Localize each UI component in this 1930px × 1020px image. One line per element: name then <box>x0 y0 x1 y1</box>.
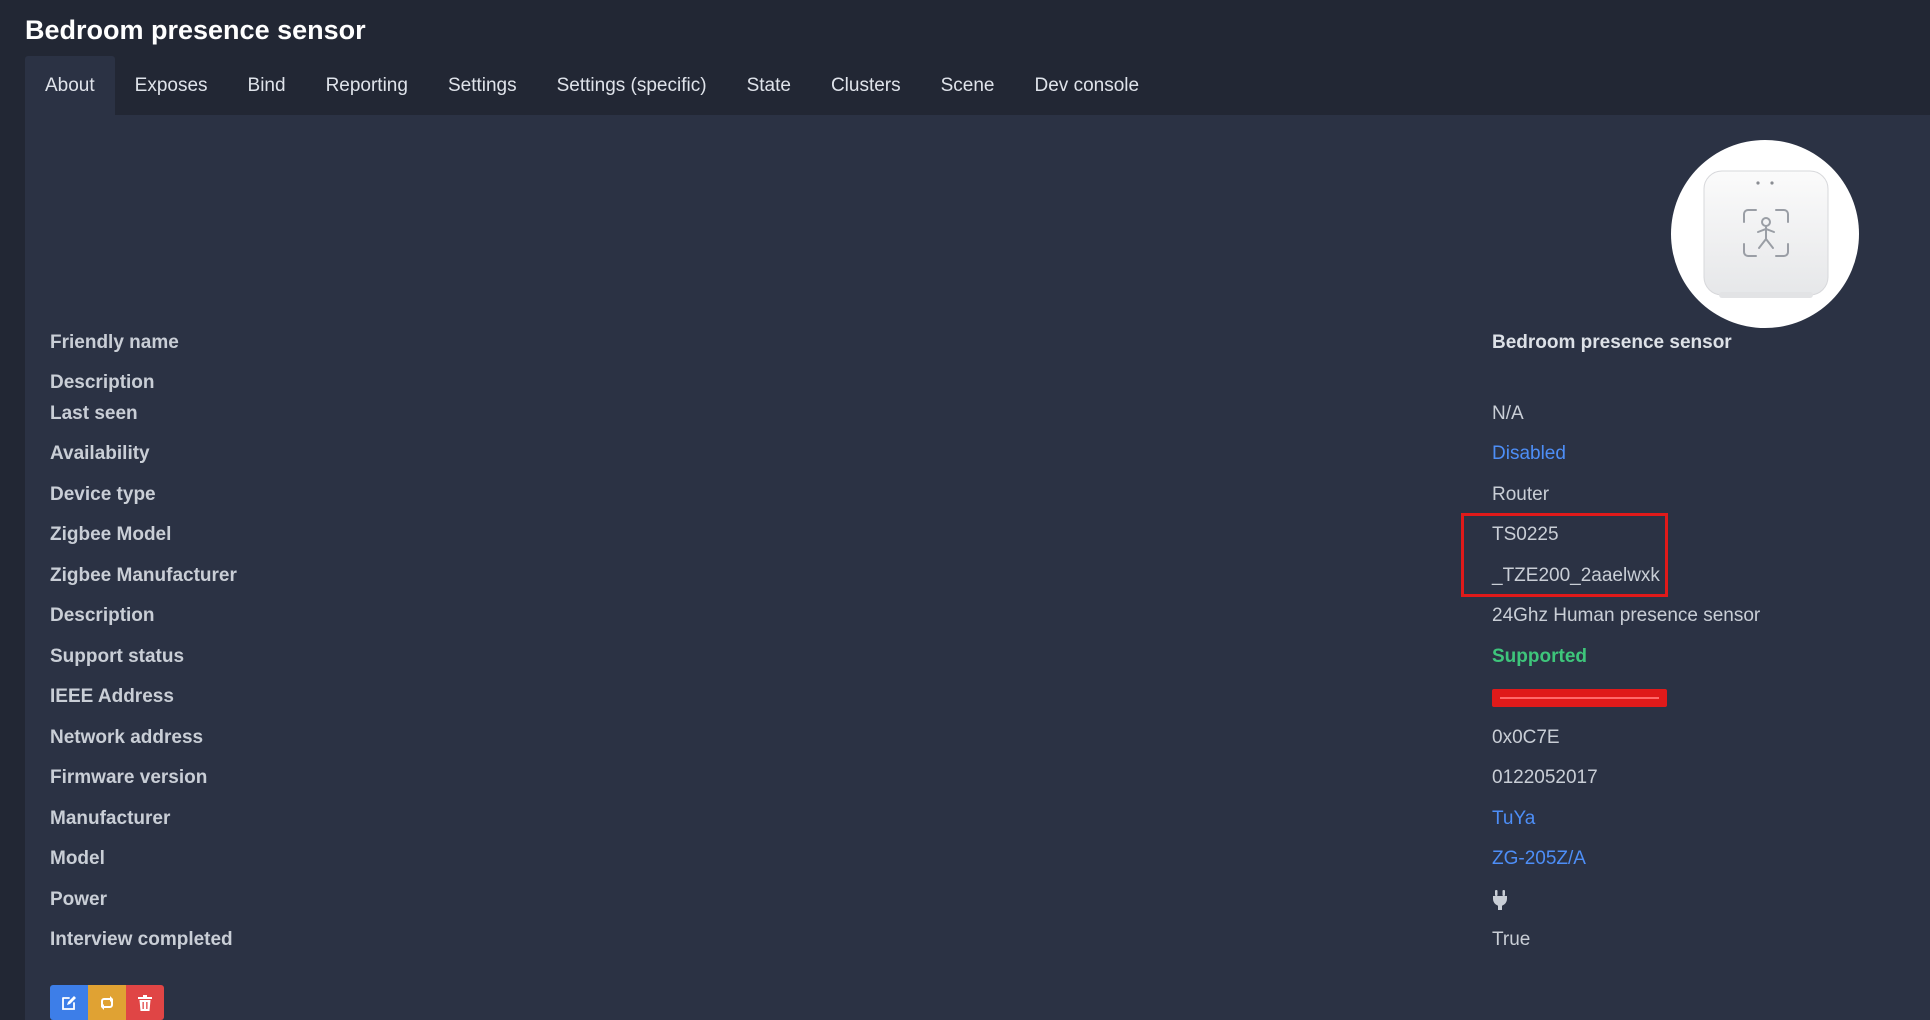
device-image <box>1671 140 1859 328</box>
firmware-version-label: Firmware version <box>50 767 208 788</box>
network-address-label: Network address <box>50 727 204 748</box>
annotation-highlight-box <box>1461 513 1668 597</box>
device-actions <box>50 985 164 1020</box>
model-label: Model <box>50 848 105 869</box>
availability-link[interactable]: Disabled <box>1492 439 1566 469</box>
row-device-type: Device type Router <box>50 480 1910 510</box>
ieee-address-value <box>1492 682 1667 712</box>
ieee-address-label: IEEE Address <box>50 686 174 707</box>
model-link[interactable]: ZG-205Z/A <box>1492 844 1586 874</box>
last-seen-value: N/A <box>1492 403 1524 424</box>
tab-dev-console[interactable]: Dev console <box>1015 56 1160 115</box>
tab-bar: About Exposes Bind Reporting Settings Se… <box>25 56 1159 115</box>
last-seen-label: Last seen <box>50 403 138 424</box>
delete-button[interactable] <box>126 985 164 1020</box>
tab-bind[interactable]: Bind <box>228 56 306 115</box>
interview-completed-label: Interview completed <box>50 929 233 950</box>
support-status-label: Support status <box>50 646 185 667</box>
device-type-label: Device type <box>50 484 156 505</box>
description-value: 24Ghz Human presence sensor <box>1492 605 1761 626</box>
tab-state[interactable]: State <box>727 56 811 115</box>
row-friendly-name: Friendly name Bedroom presence sensor <box>50 328 1910 358</box>
row-interview-completed: Interview completed True <box>50 925 1910 955</box>
row-manufacturer: Manufacturer TuYa <box>50 804 1910 834</box>
row-user-description: Description <box>50 368 1910 398</box>
manufacturer-link[interactable]: TuYa <box>1492 804 1535 834</box>
tab-scene[interactable]: Scene <box>921 56 1015 115</box>
availability-label: Availability <box>50 443 150 464</box>
firmware-version-value: 0122052017 <box>1492 767 1598 788</box>
edit-icon <box>62 995 76 1010</box>
redaction-mark <box>1492 689 1667 707</box>
edit-button[interactable] <box>50 985 88 1020</box>
plug-icon <box>1492 885 1508 917</box>
manufacturer-label: Manufacturer <box>50 808 171 829</box>
tab-settings[interactable]: Settings <box>428 56 537 115</box>
reconfigure-button[interactable] <box>88 985 126 1020</box>
zigbee-manufacturer-label: Zigbee Manufacturer <box>50 565 237 586</box>
zigbee-model-label: Zigbee Model <box>50 524 172 545</box>
tab-reporting[interactable]: Reporting <box>306 56 428 115</box>
support-status-value: Supported <box>1492 646 1587 667</box>
interview-completed-value: True <box>1492 929 1531 950</box>
friendly-name-value: Bedroom presence sensor <box>1492 332 1732 353</box>
row-power: Power <box>50 885 1910 915</box>
page-title: Bedroom presence sensor <box>25 15 366 45</box>
row-network-address: Network address 0x0C7E <box>50 723 1910 753</box>
row-last-seen: Last seen N/A <box>50 399 1910 429</box>
tab-settings-specific[interactable]: Settings (specific) <box>537 56 727 115</box>
friendly-name-label: Friendly name <box>50 332 179 353</box>
row-availability: Availability Disabled <box>50 439 1910 469</box>
description-label: Description <box>50 605 155 626</box>
tab-about[interactable]: About <box>25 56 115 115</box>
row-support-status: Support status Supported <box>50 642 1910 672</box>
refresh-icon <box>101 995 113 1010</box>
trash-icon <box>138 994 152 1011</box>
row-firmware-version: Firmware version 0122052017 <box>50 763 1910 793</box>
tab-clusters[interactable]: Clusters <box>811 56 921 115</box>
user-description-label: Description <box>50 372 155 393</box>
tab-exposes[interactable]: Exposes <box>115 56 228 115</box>
device-type-value: Router <box>1492 484 1550 505</box>
network-address-value: 0x0C7E <box>1492 727 1560 748</box>
row-description: Description 24Ghz Human presence sensor <box>50 601 1910 631</box>
power-label: Power <box>50 889 108 910</box>
row-ieee-address: IEEE Address <box>50 682 1910 712</box>
row-model: Model ZG-205Z/A <box>50 844 1910 874</box>
